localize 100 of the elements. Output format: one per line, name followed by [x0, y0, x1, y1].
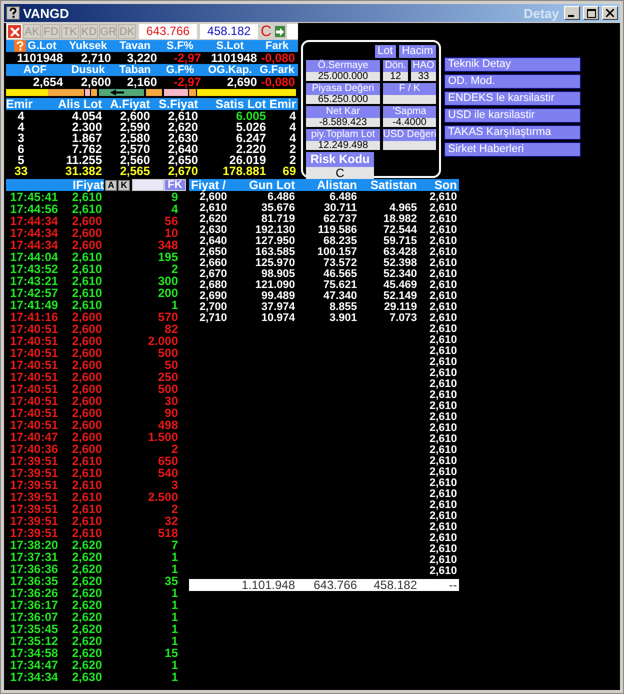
table-cell-text: 2,640	[166, 144, 198, 155]
column-header: Tavan	[118, 40, 152, 52]
stat-label: USD Değeri	[383, 129, 436, 141]
stat-value: 25.000.000	[306, 72, 380, 81]
column-header: Son	[433, 179, 457, 191]
close-icon[interactable]	[7, 24, 22, 39]
quote-value: 3,220	[126, 52, 158, 64]
trade-lot: 1	[170, 611, 178, 623]
table-cell-text: 2,600	[120, 111, 150, 122]
trade-time: 17:35:45	[10, 623, 60, 635]
table-cell-text: 26.019	[229, 155, 266, 166]
trade-price: 2,620	[72, 539, 104, 551]
trade-lot: 1	[170, 623, 178, 635]
table-cell-text: 2,610	[428, 500, 457, 511]
trade-price: 2,610	[72, 491, 104, 503]
window-subtitle: Detay	[524, 6, 559, 20]
trade-time: 17:35:12	[10, 635, 60, 647]
trade-time: 17:40:47	[10, 431, 60, 443]
trade-time: 17:34:47	[10, 659, 60, 671]
filter-button[interactable]: A	[105, 180, 117, 190]
table-cell-text: 4.054	[70, 111, 102, 122]
trade-lot: 15	[164, 647, 178, 659]
trade-lot: 498	[156, 419, 178, 431]
help-icon[interactable]	[6, 6, 20, 20]
total-cell-text: 643.766	[312, 579, 357, 591]
trade-time: 17:44:34	[10, 239, 60, 251]
menu-item[interactable]: Sirket Haberleri	[444, 142, 581, 157]
table-cell-text: 69	[282, 166, 296, 177]
input-field[interactable]	[287, 24, 298, 39]
trade-price: 2,600	[72, 359, 104, 371]
table-cell-text: 2,610	[198, 203, 227, 214]
table-cell-text: 62.737	[322, 214, 357, 225]
quote-value: 2,600	[80, 76, 112, 88]
trade-lot: 1	[170, 299, 178, 311]
column-header: S.Fiyat	[158, 98, 198, 110]
trade-price: 2,610	[72, 455, 104, 467]
trade-time: 17:40:51	[10, 323, 60, 335]
table-cell-text: 2,570	[118, 144, 150, 155]
menu-item[interactable]: TAKAS Karşılaştırma	[444, 125, 581, 140]
risk-code: C	[260, 24, 272, 39]
trade-price: 2,610	[72, 263, 104, 275]
stat-value: -8.589.423	[306, 118, 380, 127]
trade-price: 2,620	[72, 647, 104, 659]
trade-lot: 300	[156, 275, 178, 287]
stat-value: -4.4000	[383, 118, 436, 127]
trade-price: 2,600	[72, 347, 104, 359]
trade-time: 17:45:41	[10, 191, 60, 203]
toggle-button[interactable]: Hacim	[398, 45, 436, 58]
table-cell-text: 3	[16, 133, 26, 144]
trade-lot: 500	[156, 383, 178, 395]
arrow-right-icon[interactable]	[274, 25, 286, 38]
trade-price: 2,620	[72, 635, 104, 647]
table-cell-text: 5.026	[234, 122, 266, 133]
maximize-button[interactable]	[583, 6, 599, 20]
trade-time: 17:36:17	[10, 599, 60, 611]
trade-time: 17:40:51	[10, 395, 60, 407]
table-cell-text: 2,610	[428, 423, 457, 434]
trade-price: 2,610	[72, 191, 102, 203]
trade-price: 2,600	[72, 323, 104, 335]
trade-price: 2,600	[72, 443, 104, 455]
menu-item[interactable]: ENDEKS le karsilastir	[444, 91, 581, 106]
quote-value: -2,97	[172, 76, 202, 88]
column-header: OG.Kap.	[206, 64, 253, 76]
trade-price: 2,600	[72, 239, 104, 251]
column-header: Fiyat /	[190, 179, 227, 191]
trade-price: 2,620	[72, 623, 104, 635]
minimize-button[interactable]	[564, 6, 580, 20]
table-cell-text: 2,680	[198, 280, 227, 291]
table-cell-text: 45.469	[382, 280, 417, 291]
table-cell-text: 2,610	[428, 192, 457, 203]
close-button[interactable]	[602, 6, 618, 20]
table-cell-text: 2,610	[428, 445, 457, 456]
menu-item[interactable]: OD. Mod.	[444, 74, 581, 89]
filter-button[interactable]: K	[118, 180, 130, 190]
stat-label: Net Kar	[306, 106, 380, 118]
menu-item[interactable]: USD ile karsilastir	[444, 108, 581, 123]
column-header: G.Lot	[28, 40, 56, 52]
table-cell-text: 2,610	[428, 335, 457, 346]
table-cell-text: 163.585	[254, 247, 295, 258]
column-header: Dusuk	[70, 64, 106, 76]
column-header: Alistan	[316, 179, 357, 191]
table-cell-text: 2,560	[118, 155, 150, 166]
toggle-button[interactable]: Lot	[374, 45, 396, 58]
table-cell-text: 52.149	[382, 291, 417, 302]
input-field[interactable]	[132, 179, 164, 191]
trade-lot: 2	[170, 263, 178, 275]
table-cell-text: 100.157	[316, 247, 357, 258]
table-cell-text: 30.711	[322, 203, 357, 214]
total-cell-text: 458.182	[372, 579, 417, 591]
table-cell-text: 4	[288, 111, 296, 122]
table-cell-text: 2	[289, 155, 296, 166]
trade-time: 17:40:51	[10, 335, 60, 347]
stat-value: 65.250.000	[306, 95, 380, 104]
trade-price: 2,610	[72, 527, 104, 539]
table-cell-text: 4	[16, 111, 26, 122]
menu-item[interactable]: Teknik Detay	[444, 57, 581, 72]
table-cell-text: 2	[288, 144, 296, 155]
filter-button[interactable]: FK	[164, 179, 186, 191]
column-header: Emir	[268, 98, 296, 110]
table-cell-text: 99.489	[260, 291, 295, 302]
